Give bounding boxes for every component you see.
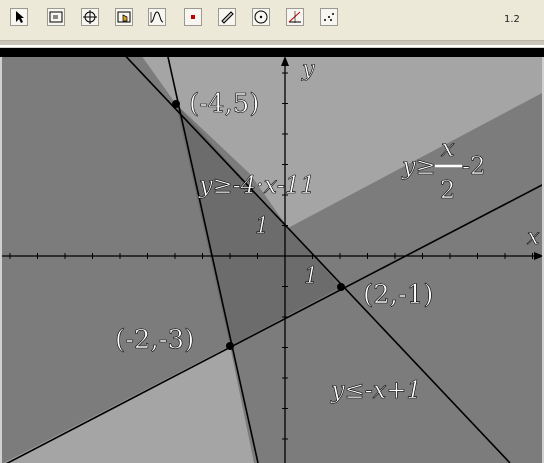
window-zoom-icon [49, 11, 63, 23]
graph-canvas[interactable]: y x 1 1 y≥-4·x-11 y≥ x 2 -2 y≤-x+1 (-4,5… [0, 48, 544, 463]
function-trace-tool-button[interactable] [148, 8, 166, 26]
hand-tool-button[interactable] [115, 8, 133, 26]
vertex-point-1[interactable] [172, 100, 180, 108]
svg-text:y≥: y≥ [401, 152, 436, 180]
toolbar-separator-highlight [0, 45, 544, 47]
pointer-tool-button[interactable] [10, 8, 28, 26]
angle-icon [288, 11, 301, 23]
ruler-tool-button[interactable] [218, 8, 236, 26]
pointer-icon [16, 11, 24, 23]
graph-top-border [0, 48, 544, 57]
x-axis-label: x [527, 225, 540, 250]
graph-left-border [0, 57, 2, 463]
page-number-label: 1.2 [504, 14, 520, 25]
window-zoom-tool-button[interactable] [47, 8, 65, 26]
graph-axes-tool-button[interactable] [81, 8, 99, 26]
point-icon [191, 15, 195, 19]
y-axis-label: y [301, 57, 315, 82]
scatter-plot-tool-button[interactable] [320, 8, 338, 26]
point-tool-button[interactable] [184, 8, 202, 26]
angle-tool-button[interactable] [286, 8, 304, 26]
ruler-icon [221, 11, 234, 24]
function-trace-icon [150, 11, 164, 23]
svg-text:2: 2 [440, 176, 455, 204]
vertex-label-2: (2,-1) [363, 280, 433, 310]
circle-tool-button[interactable] [252, 8, 270, 26]
inequality-label-1: y≥-4·x-11 [198, 171, 315, 199]
y-unit-label: 1 [255, 214, 269, 239]
vertex-label-1: (-4,5) [189, 89, 259, 119]
hand-tool-icon [117, 11, 131, 23]
graph-axes-icon [83, 10, 97, 24]
scatter-plot-icon [324, 13, 334, 21]
vertex-label-3: (-2,-3) [115, 325, 194, 355]
x-unit-label: 1 [304, 264, 318, 289]
svg-text:-2: -2 [462, 152, 485, 180]
toolbar: 1.2 [0, 0, 544, 41]
svg-text:x: x [441, 134, 455, 162]
circle-icon [254, 10, 268, 24]
inequality-label-3: y≤-x+1 [330, 376, 422, 404]
vertex-point-3[interactable] [226, 342, 234, 350]
graph-window[interactable]: y x 1 1 y≥-4·x-11 y≥ x 2 -2 y≤-x+1 (-4,5… [0, 48, 544, 463]
vertex-point-2[interactable] [337, 283, 345, 291]
